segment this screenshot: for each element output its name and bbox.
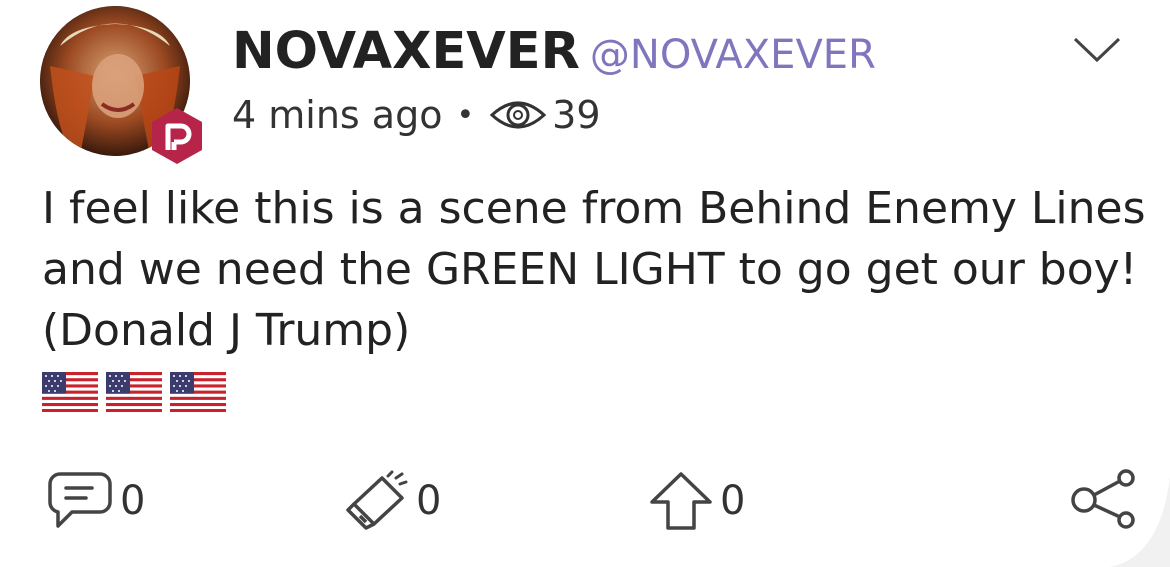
card-corner-shadow [1110,477,1170,567]
username-handle[interactable]: @NOVAXEVER [590,32,876,78]
author-row: NOVAXEVER @NOVAXEVER [232,22,876,92]
echo-button[interactable]: 0 [344,470,441,532]
emoji-row [42,372,226,412]
meta-separator: • [456,97,475,133]
chevron-down-icon[interactable] [1072,36,1122,64]
megaphone-icon [346,470,408,530]
parler-badge-icon [152,108,202,164]
comment-icon [48,472,112,528]
action-bar: 0 0 0 [0,462,1170,532]
post-card: NOVAXEVER @NOVAXEVER 4 mins ago • 39 I fe… [0,0,1170,567]
view-count: 39 [552,93,601,137]
post-text: I feel like this is a scene from Behind … [42,183,1146,356]
upvote-arrow-icon [650,472,712,530]
post-meta: 4 mins ago • 39 [232,90,601,140]
comment-button[interactable]: 0 [46,470,145,532]
avatar-wrapper[interactable] [40,6,202,164]
us-flag-emoji-icon [42,372,98,412]
display-name[interactable]: NOVAXEVER [232,22,580,81]
echo-count: 0 [416,478,442,524]
upvote-count: 0 [720,478,746,524]
upvote-button[interactable]: 0 [648,470,745,532]
timestamp: 4 mins ago [232,93,443,137]
us-flag-emoji-icon [170,372,226,412]
comment-count: 0 [120,478,146,524]
us-flag-emoji-icon [106,372,162,412]
eye-icon [489,101,547,129]
